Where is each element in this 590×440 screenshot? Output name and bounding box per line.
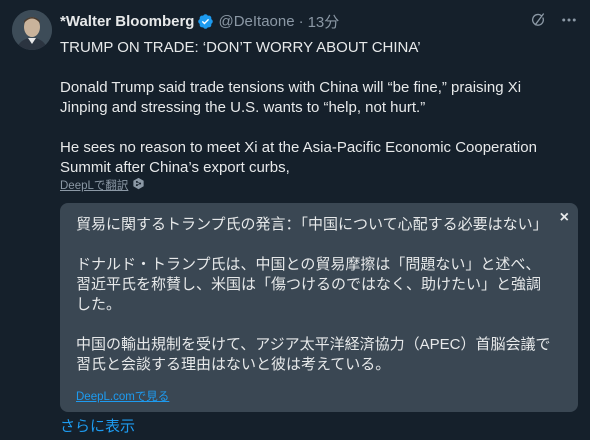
tweet-header: *Walter Bloomberg @DeItaone · 13分 [60, 11, 578, 31]
tweet-paragraph: Donald Trump said trade tensions with Ch… [60, 79, 522, 116]
avatar[interactable] [12, 10, 52, 50]
verified-badge-icon [197, 13, 214, 30]
translation-paragraph: ドナルド・トランプ氏は、中国との貿易摩擦は「問題ない」と述べ、習近平氏を称賛し、… [76, 256, 542, 313]
translation-paragraph: 貿易に関するトランプ氏の発言：「中国について心配する必要はない」 [76, 216, 548, 233]
separator-dot: · [298, 12, 304, 30]
more-icon[interactable] [560, 11, 578, 29]
tweet-text: TRUMP ON TRADE: ‘DON’T WORRY ABOUT CHINA… [60, 38, 570, 178]
author-name[interactable]: *Walter Bloomberg [60, 13, 194, 30]
timestamp[interactable]: 13分 [308, 11, 340, 32]
tweet-paragraph: He sees no reason to meet Xi at the Asia… [60, 139, 537, 176]
translation-paragraph: 中国の輸出規制を受けて、アジア太平洋経済協力（APEC）首脳会議で習氏と会談する… [76, 336, 551, 373]
grok-icon[interactable] [530, 12, 546, 28]
translate-label[interactable]: DeepLで翻訳 [60, 177, 128, 193]
deepl-icon [132, 177, 145, 193]
tweet-paragraph: TRUMP ON TRADE: ‘DON’T WORRY ABOUT CHINA… [60, 39, 421, 56]
translation-text: 貿易に関するトランプ氏の発言：「中国について心配する必要はない」 ドナルド・トラ… [76, 215, 554, 375]
author-handle[interactable]: @DeItaone [218, 13, 294, 30]
close-icon[interactable]: × [560, 209, 569, 227]
translate-button[interactable]: DeepLで翻訳 [60, 177, 145, 193]
deepl-link[interactable]: DeepL.comで見る [76, 388, 169, 404]
show-more-link[interactable]: さらに表示 [60, 415, 135, 436]
translation-panel: × 貿易に関するトランプ氏の発言：「中国について心配する必要はない」 ドナルド・… [60, 203, 578, 412]
